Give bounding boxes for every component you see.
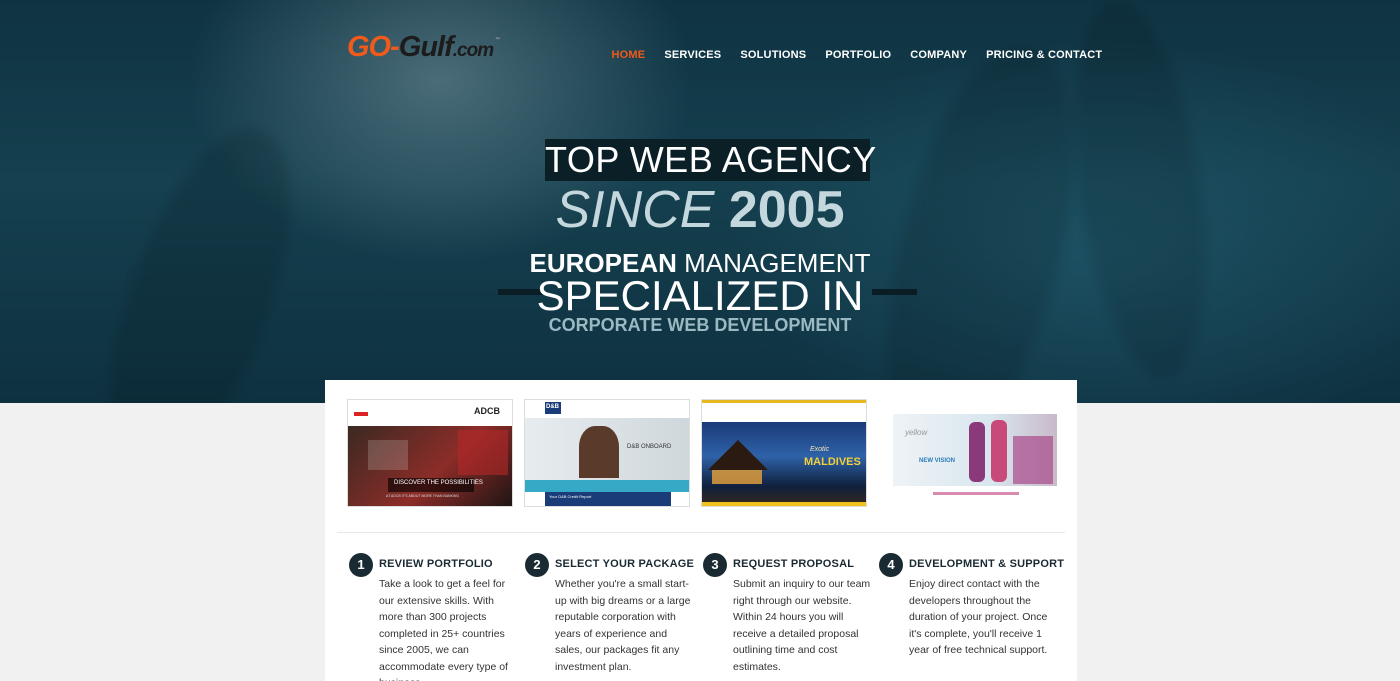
logo-part-com: .com <box>452 40 494 61</box>
hero-title: TOP WEB AGENCY <box>545 139 877 181</box>
hero-dash-right <box>872 289 917 295</box>
main-nav: HOME SERVICES SOLUTIONS PORTFOLIO COMPAN… <box>602 48 1112 62</box>
step-title[interactable]: SELECT YOUR PACKAGE <box>555 558 694 570</box>
portfolio-thumb-maldives[interactable]: Exotic MALDIVES <box>701 399 867 507</box>
portfolio-thumb-fashion[interactable]: yellow NEW VISION <box>892 399 1058 507</box>
step-title[interactable]: REVIEW PORTFOLIO <box>379 558 493 570</box>
thumb-footer-line <box>933 492 1019 495</box>
step-description: Submit an inquiry to our team right thro… <box>733 578 871 673</box>
nav-pricing-contact[interactable]: PRICING & CONTACT <box>977 48 1112 62</box>
thumb-brand: ADCB <box>474 406 500 416</box>
thumb-fabric <box>1013 436 1053 484</box>
hero-since: SINCE 2005 <box>0 180 1400 240</box>
nav-solutions[interactable]: SOLUTIONS <box>731 48 816 62</box>
thumb-subcaption: AT ADCB IT'S ABOUT MORE THAN BANKING <box>386 494 460 498</box>
thumb-top-bar <box>702 400 866 403</box>
step-number-badge: 1 <box>349 553 373 577</box>
thumb-subcaption: Your D&B Credit Report <box>549 494 592 499</box>
step-description: Take a look to get a feel for our extens… <box>379 578 508 681</box>
thumb-nav-tab <box>354 412 368 416</box>
step-number-badge: 3 <box>703 553 727 577</box>
logo-part-go: GO- <box>347 31 400 63</box>
step-description: Enjoy direct contact with the developers… <box>909 578 1048 656</box>
thumb-bottom-bar <box>702 502 866 506</box>
hero-specialized: SPECIALIZED IN <box>536 272 864 319</box>
thumb-subcaption: yellow <box>905 428 928 437</box>
logo-part-gulf: Gulf <box>398 31 454 63</box>
step-description: Whether you're a small start-up with big… <box>555 578 691 673</box>
hero-banner: GO-Gulf.com ™ HOME SERVICES SOLUTIONS POR… <box>0 0 1400 403</box>
panel-divider <box>337 532 1065 533</box>
nav-company[interactable]: COMPANY <box>901 48 977 62</box>
thumb-photo-detail <box>458 430 508 475</box>
thumb-band <box>525 480 689 492</box>
thumb-caption: MALDIVES <box>804 456 861 468</box>
step-title[interactable]: REQUEST PROPOSAL <box>733 558 854 570</box>
site-logo[interactable]: GO-Gulf.com ™ <box>347 31 500 64</box>
thumb-person <box>579 426 619 478</box>
thumb-model <box>991 420 1007 482</box>
nav-services[interactable]: SERVICES <box>655 48 731 62</box>
content-panel: ADCB DISCOVER THE POSSIBILITIES AT ADCB … <box>325 380 1077 681</box>
thumb-lights <box>712 470 762 484</box>
logo-trademark: ™ <box>495 37 500 43</box>
hero-corporate: CORPORATE WEB DEVELOPMENT <box>548 315 852 335</box>
hero-since-word: SINCE <box>555 181 715 239</box>
step-title[interactable]: DEVELOPMENT & SUPPORT <box>909 558 1064 570</box>
nav-portfolio[interactable]: PORTFOLIO <box>816 48 901 62</box>
thumb-header <box>702 400 866 422</box>
thumb-caption: DISCOVER THE POSSIBILITIES <box>394 480 483 486</box>
step-number-badge: 2 <box>525 553 549 577</box>
step-number-badge: 4 <box>879 553 903 577</box>
thumb-caption: D&B ONBOARD <box>627 444 672 450</box>
nav-home[interactable]: HOME <box>602 48 655 62</box>
thumb-caption: NEW VISION <box>919 458 956 464</box>
hero-year: 2005 <box>728 181 845 239</box>
thumb-model <box>969 422 985 482</box>
thumb-brand: D&B <box>546 404 559 410</box>
portfolio-thumb-dnb[interactable]: D&B D&B ONBOARD Your D&B Credit Report <box>524 399 690 507</box>
thumb-photo-detail <box>368 440 408 470</box>
thumb-subcaption: Exotic <box>810 446 830 453</box>
portfolio-thumb-adcb[interactable]: ADCB DISCOVER THE POSSIBILITIES AT ADCB … <box>347 399 513 507</box>
